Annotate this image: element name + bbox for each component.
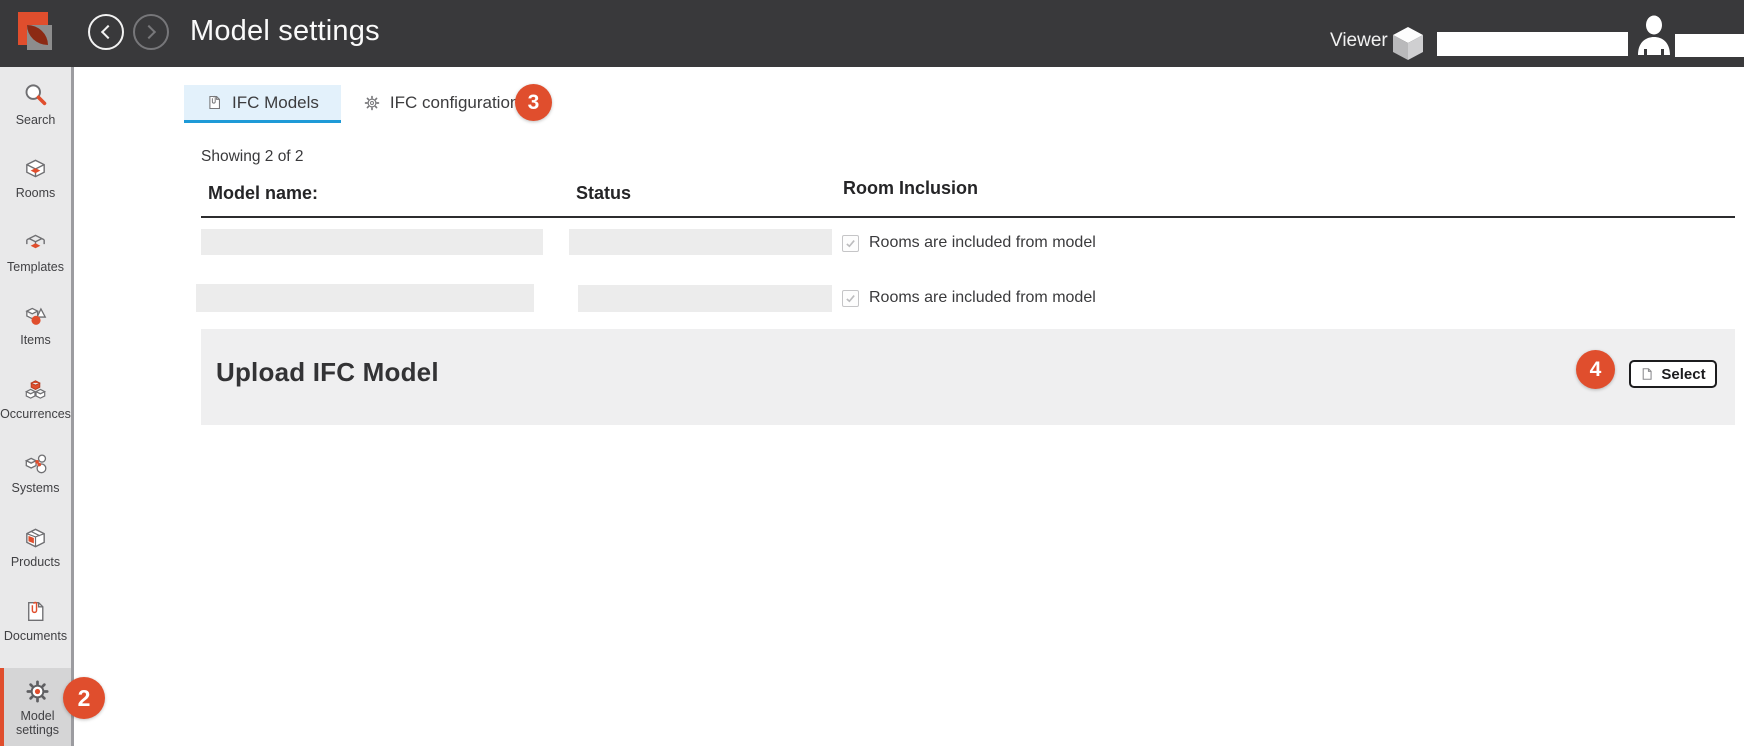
rooms-included-checkbox[interactable] — [842, 235, 859, 252]
sidebar-item-rooms[interactable]: Rooms — [0, 152, 71, 226]
sidebar-item-label: Model settings — [4, 709, 71, 737]
sidebar-item-label: Items — [20, 333, 51, 347]
page-title: Model settings — [190, 15, 380, 48]
upload-ifc-model-section: Upload IFC Model Select — [201, 329, 1735, 425]
sidebar-item-products[interactable]: Products — [0, 521, 71, 595]
model-name-placeholder — [201, 229, 543, 255]
sidebar-item-templates[interactable]: Templates — [0, 226, 71, 300]
user-account-icon[interactable] — [1634, 13, 1674, 62]
gear-icon — [24, 678, 51, 705]
sidebar-item-label: Documents — [4, 629, 67, 643]
chevron-left-icon — [101, 25, 115, 39]
sidebar-item-label: Systems — [12, 481, 60, 495]
column-header-status: Status — [576, 183, 631, 204]
sidebar-item-systems[interactable]: Systems — [0, 447, 71, 521]
table-row-room-inclusion: Rooms are included from model — [842, 234, 1096, 252]
sidebar-item-label: Occurrences — [0, 407, 71, 421]
column-header-room-inclusion: Room Inclusion — [843, 178, 978, 199]
viewer-label: Viewer — [1330, 30, 1388, 52]
status-placeholder — [578, 285, 832, 312]
table-header-divider — [201, 216, 1735, 218]
tab-ifc-models[interactable]: IFC Models — [184, 85, 341, 120]
checkmark-icon — [845, 293, 856, 304]
sidebar-item-label: Products — [11, 555, 60, 569]
top-header-bar: Model settings Viewer — [0, 0, 1744, 67]
annotation-step-badge: 4 — [1576, 350, 1615, 389]
select-file-button[interactable]: Select — [1629, 360, 1717, 388]
tab-label: IFC configuration — [390, 93, 519, 113]
forward-button[interactable] — [133, 14, 169, 50]
sidebar-item-search[interactable]: Search — [0, 78, 71, 152]
sidebar-item-label: Rooms — [16, 186, 56, 200]
app-window: Model settings Viewer Search — [0, 0, 1744, 746]
sidebar-item-label: Search — [16, 113, 56, 127]
rooms-icon — [22, 156, 49, 182]
annotation-step-badge: 2 — [63, 677, 105, 719]
sidebar-item-label: Templates — [7, 260, 64, 274]
ifc-models-document-icon — [206, 93, 223, 112]
3d-cube-icon[interactable] — [1391, 25, 1425, 66]
upload-section-heading: Upload IFC Model — [216, 357, 439, 388]
status-placeholder — [569, 229, 832, 255]
app-logo[interactable] — [18, 12, 60, 54]
sidebar-nav: Search Rooms Templates Ite — [0, 67, 74, 746]
tab-bar: IFC Models IFC configuration — [184, 85, 541, 120]
systems-icon — [22, 451, 49, 477]
sidebar-item-items[interactable]: Items — [0, 299, 71, 373]
chevron-right-icon — [142, 25, 156, 39]
products-icon — [22, 525, 49, 551]
occurrences-icon — [22, 377, 49, 403]
redacted-project-name-box — [1437, 32, 1628, 56]
redacted-username-box — [1675, 34, 1744, 57]
room-inclusion-label: Rooms are included from model — [869, 289, 1096, 307]
select-button-label: Select — [1661, 366, 1705, 383]
gear-icon — [363, 94, 381, 112]
templates-icon — [22, 230, 49, 256]
column-header-model-name: Model name: — [208, 183, 318, 204]
sidebar-item-occurrences[interactable]: Occurrences — [0, 373, 71, 447]
model-name-placeholder — [196, 284, 534, 312]
annotation-step-badge: 3 — [515, 84, 552, 121]
sidebar-item-model-settings[interactable]: Model settings — [0, 668, 71, 746]
room-inclusion-label: Rooms are included from model — [869, 234, 1096, 252]
checkmark-icon — [845, 238, 856, 249]
items-icon — [22, 303, 49, 329]
file-icon — [1640, 366, 1654, 382]
tab-ifc-configuration[interactable]: IFC configuration — [341, 85, 541, 120]
rooms-included-checkbox[interactable] — [842, 290, 859, 307]
table-row-room-inclusion: Rooms are included from model — [842, 289, 1096, 307]
search-icon — [22, 82, 49, 109]
documents-icon — [23, 598, 48, 625]
tab-label: IFC Models — [232, 93, 319, 113]
results-count-text: Showing 2 of 2 — [201, 148, 304, 166]
sidebar-item-documents[interactable]: Documents — [0, 594, 71, 668]
back-button[interactable] — [88, 14, 124, 50]
